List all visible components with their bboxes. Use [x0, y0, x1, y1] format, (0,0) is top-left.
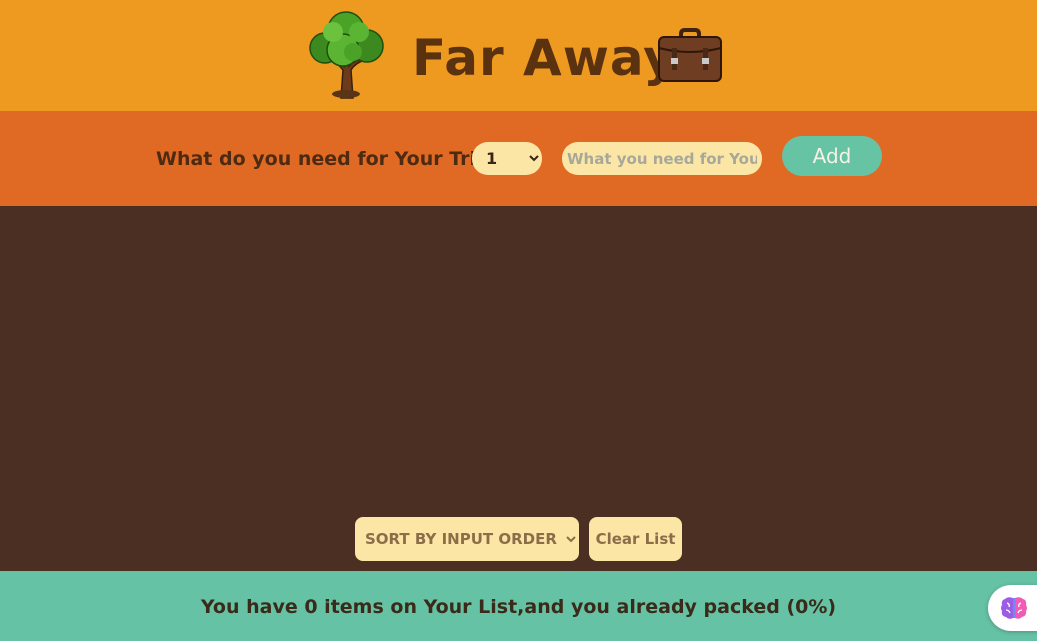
form-label: What do you need for Your Trip: [156, 148, 490, 170]
sort-select[interactable]: SORT BY INPUT ORDER: [355, 517, 579, 561]
add-button[interactable]: Add: [782, 136, 882, 176]
item-description-input[interactable]: [562, 142, 762, 175]
app-title: Far Away: [412, 29, 677, 87]
brain-icon: [1001, 597, 1027, 619]
briefcase-icon: [658, 28, 722, 82]
clear-list-button[interactable]: Clear List: [589, 517, 682, 561]
app-header: Far Away: [0, 0, 1037, 111]
stats-text: You have 0 items on Your List,and you al…: [200, 596, 837, 618]
tree-icon: [309, 11, 384, 99]
quantity-select[interactable]: 1: [472, 142, 542, 175]
assistant-button[interactable]: [988, 585, 1037, 631]
